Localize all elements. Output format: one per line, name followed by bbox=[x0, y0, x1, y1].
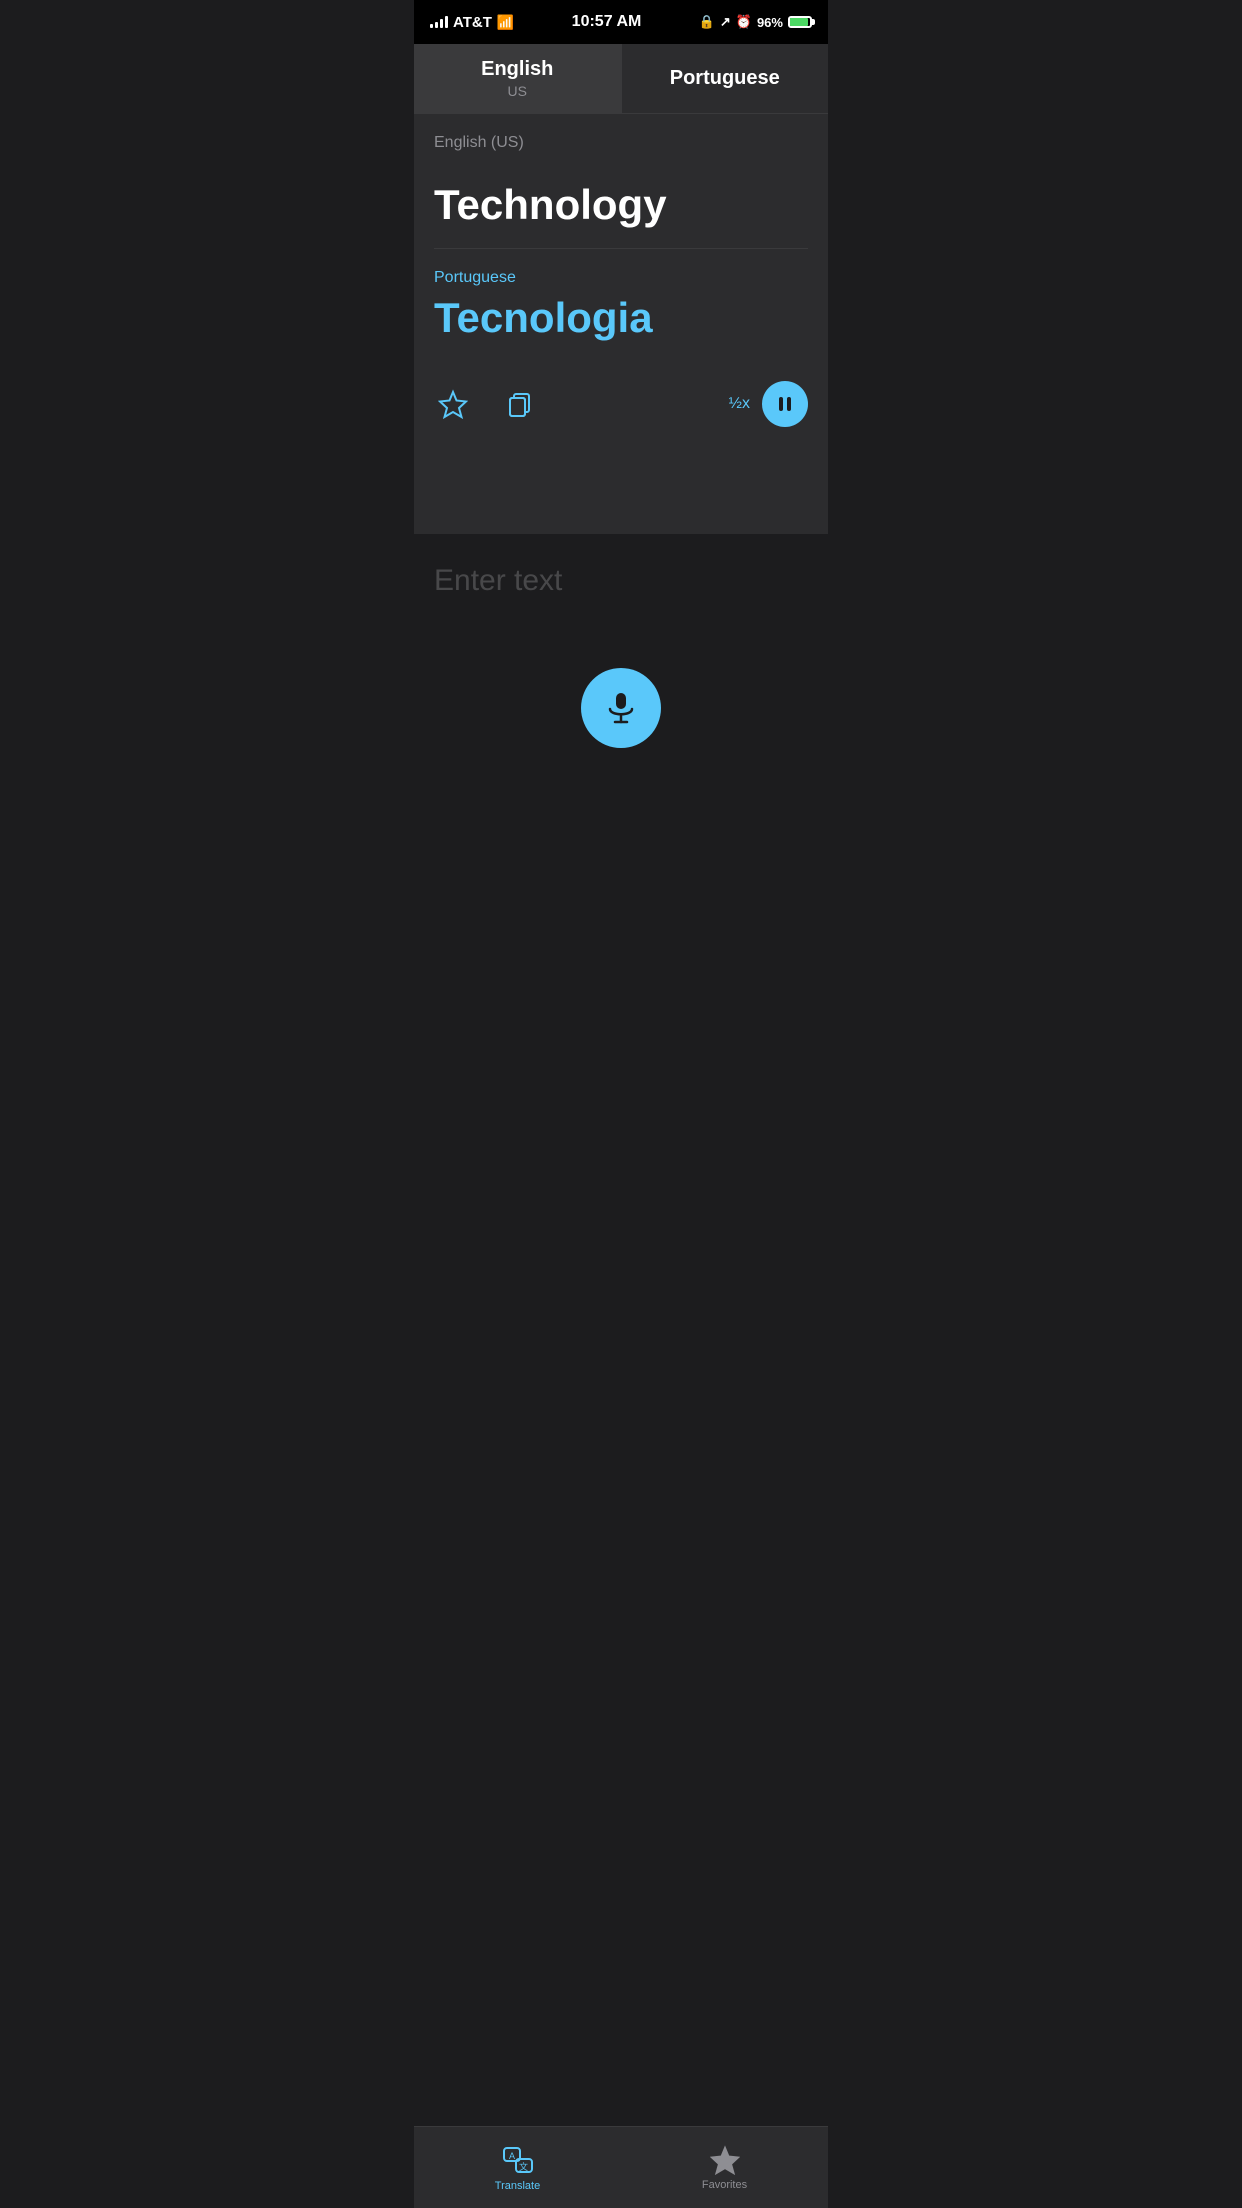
action-right-buttons: ½x bbox=[729, 381, 808, 427]
status-right: 🔒 ↗ ⏰ 96% bbox=[699, 14, 812, 30]
svg-text:文: 文 bbox=[519, 2161, 528, 2172]
status-bar: AT&T 📶 10:57 AM 🔒 ↗ ⏰ 96% bbox=[414, 0, 828, 44]
wifi-icon: 📶 bbox=[497, 14, 514, 31]
source-language-name: English bbox=[481, 58, 553, 81]
language-selector: English US Portuguese bbox=[414, 44, 828, 114]
favorites-tab-label: Favorites bbox=[702, 2179, 747, 2191]
pause-button[interactable] bbox=[762, 381, 808, 427]
status-left: AT&T 📶 bbox=[430, 14, 514, 31]
target-language-button[interactable]: Portuguese bbox=[622, 44, 829, 113]
translate-tab[interactable]: A 文 Translate bbox=[414, 2127, 621, 2208]
carrier-label: AT&T bbox=[453, 14, 492, 31]
source-language-sub: US bbox=[508, 83, 527, 99]
favorites-icon bbox=[710, 2145, 740, 2175]
input-area: Enter text bbox=[414, 534, 828, 868]
location-icon: ↗ bbox=[720, 14, 731, 30]
target-language-name: Portuguese bbox=[670, 67, 780, 90]
translation-divider bbox=[434, 248, 808, 249]
copy-icon bbox=[506, 390, 534, 418]
source-language-label: English (US) bbox=[434, 134, 808, 152]
battery-percent: 96% bbox=[757, 15, 783, 30]
microphone-icon bbox=[602, 689, 640, 727]
speed-label: ½x bbox=[729, 395, 750, 413]
target-language-label: Portuguese bbox=[434, 269, 808, 287]
text-input-placeholder[interactable]: Enter text bbox=[434, 564, 808, 598]
alarm-icon: ⏰ bbox=[736, 14, 752, 30]
star-icon bbox=[438, 389, 468, 419]
translation-area: English (US) Technology Portuguese Tecno… bbox=[414, 114, 828, 534]
translate-tab-label: Translate bbox=[495, 2180, 540, 2192]
translate-icon: A 文 bbox=[502, 2144, 534, 2176]
tab-bar: A 文 Translate Favorites bbox=[414, 2126, 828, 2208]
action-left-buttons bbox=[434, 385, 538, 423]
target-translation-text: Tecnologia bbox=[434, 295, 808, 341]
lock-icon: 🔒 bbox=[699, 14, 715, 30]
svg-text:A: A bbox=[509, 2151, 515, 2161]
signal-icon bbox=[430, 16, 448, 28]
action-row: ½x bbox=[434, 371, 808, 447]
copy-button[interactable] bbox=[502, 386, 538, 422]
source-language-button[interactable]: English US bbox=[414, 44, 621, 113]
favorites-tab[interactable]: Favorites bbox=[621, 2127, 828, 2208]
source-translation-text: Technology bbox=[434, 182, 808, 228]
microphone-button[interactable] bbox=[581, 668, 661, 748]
favorite-button[interactable] bbox=[434, 385, 472, 423]
battery-icon bbox=[788, 16, 812, 28]
time-label: 10:57 AM bbox=[572, 13, 642, 31]
pause-icon bbox=[779, 397, 791, 411]
